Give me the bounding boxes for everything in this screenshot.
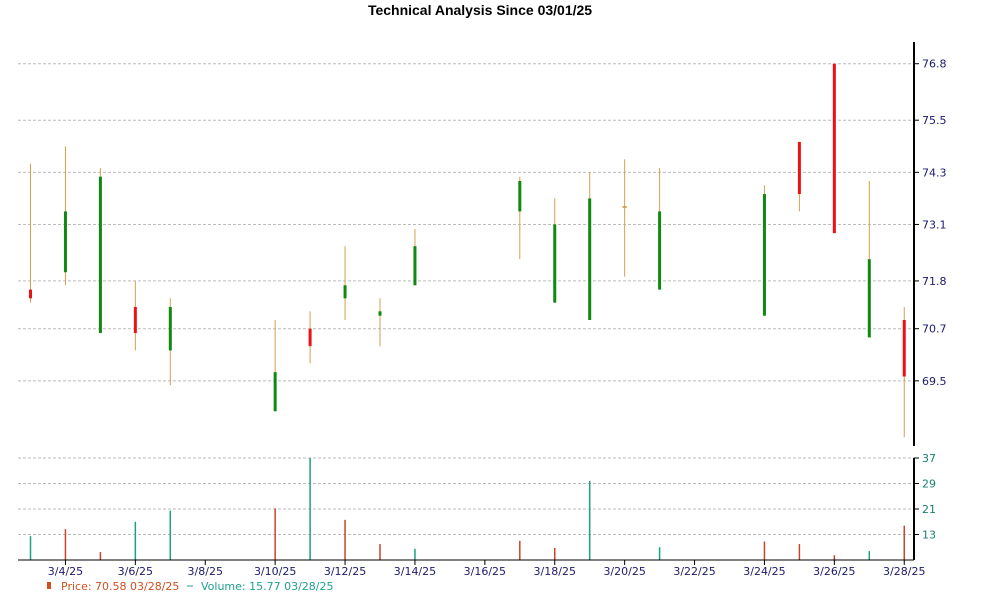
price-gridlines	[18, 63, 914, 382]
price-tick-label: 76.8	[922, 58, 947, 71]
date-tick-label: 3/28/25	[883, 565, 925, 578]
candle	[273, 320, 277, 412]
candle-body	[588, 198, 592, 321]
date-tick-label: 3/26/25	[813, 565, 855, 578]
candle-body	[133, 306, 137, 334]
candle	[762, 185, 766, 316]
candle-body	[622, 206, 627, 209]
candle	[867, 181, 871, 338]
date-tick-label: 3/6/25	[118, 565, 153, 578]
price-tick-label: 71.8	[922, 275, 947, 288]
candle	[168, 298, 172, 386]
candle-body	[832, 63, 836, 234]
date-tick-label: 3/20/25	[603, 565, 645, 578]
volume-tick-label: 21	[922, 503, 936, 516]
candle	[29, 163, 32, 303]
date-tick-label: 3/18/25	[534, 565, 576, 578]
candle	[63, 146, 67, 286]
price-axis: 69.5 70.7 71.8 73.1 74.3 75.5 76.8	[914, 58, 947, 388]
candle-body	[378, 311, 382, 316]
date-tick-label: 3/24/25	[743, 565, 785, 578]
date-tick-label: 3/12/25	[324, 565, 366, 578]
price-tick-label: 75.5	[922, 114, 947, 127]
volume-axis: 13 29 21 37	[914, 452, 936, 542]
candle-body	[308, 328, 312, 347]
candle-body	[658, 211, 662, 290]
candle	[98, 167, 102, 334]
volume-legend-label: Volume: 15.77 03/28/25	[201, 580, 334, 593]
candle	[588, 172, 592, 321]
price-tick-label: 74.3	[922, 166, 947, 179]
candle-body	[168, 306, 172, 351]
candle-body	[413, 246, 417, 286]
candle-body	[29, 289, 32, 299]
candle	[413, 228, 417, 286]
candle-body	[902, 320, 906, 377]
volume-tick-label: 13	[922, 529, 936, 542]
candle-body	[762, 194, 766, 316]
price-legend-marker	[47, 582, 51, 589]
date-tick-label: 3/10/25	[254, 565, 296, 578]
candle	[518, 176, 522, 260]
candle-body	[343, 285, 347, 299]
legend: Price: 70.58 03/28/25 Volume: 15.77 03/2…	[47, 580, 334, 593]
candle	[622, 159, 627, 277]
candle-body	[63, 211, 67, 273]
volume-tick-label: 29	[922, 478, 936, 491]
price-legend-label: Price: 70.58 03/28/25	[61, 580, 179, 593]
candle	[553, 198, 557, 303]
volume-tick-label: 37	[922, 452, 936, 465]
volume-gridlines	[18, 457, 914, 535]
candle-body	[273, 372, 277, 412]
candle	[658, 167, 662, 290]
candle	[797, 141, 801, 212]
date-tick-label: 3/4/25	[48, 565, 83, 578]
candle-body	[867, 259, 871, 338]
price-tick-label: 69.5	[922, 375, 947, 388]
candle	[308, 311, 312, 364]
technical-analysis-chart: Technical Analysis Since 03/01/25 69.5 70…	[18, 2, 947, 593]
candle	[343, 246, 347, 321]
price-tick-label: 73.1	[922, 218, 947, 231]
candle	[832, 63, 836, 234]
candle	[133, 280, 137, 351]
chart-title: Technical Analysis Since 03/01/25	[368, 2, 592, 18]
date-tick-label: 3/16/25	[464, 565, 506, 578]
price-tick-label: 70.7	[922, 323, 947, 336]
date-axis: 3/4/25 3/6/25 3/8/25 3/10/25 3/12/25 3/14/25 3…	[48, 560, 925, 578]
candle-body	[553, 224, 557, 303]
date-tick-label: 3/14/25	[394, 565, 436, 578]
candle-body	[518, 181, 522, 212]
date-tick-label: 3/22/25	[673, 565, 715, 578]
candle	[378, 298, 382, 347]
date-tick-label: 3/8/25	[188, 565, 223, 578]
candle	[902, 306, 906, 438]
candle-body	[797, 141, 801, 195]
candle-body	[98, 176, 102, 334]
